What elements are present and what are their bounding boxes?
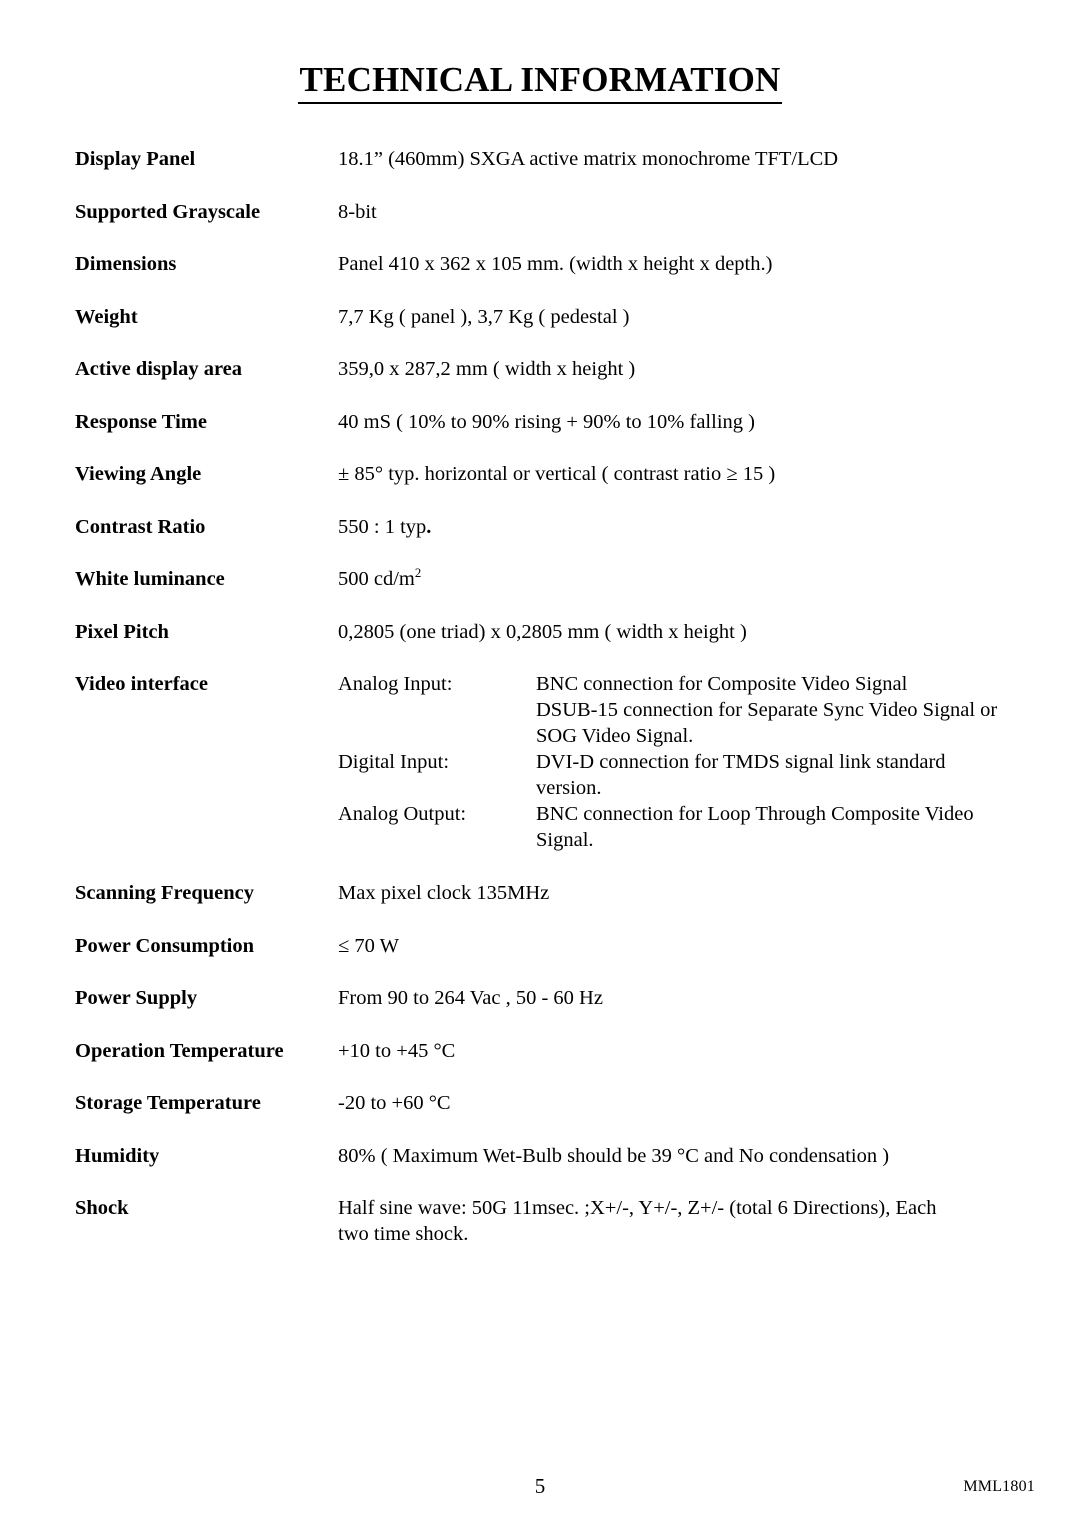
spec-value: +10 to +45 °C — [338, 1039, 456, 1062]
spec-row: Shock Half sine wave: 50G 11msec. ;X+/-, … — [75, 1195, 1035, 1274]
spec-value: 8-bit — [338, 200, 377, 223]
spec-value: ± 85° typ. horizontal or vertical ( cont… — [338, 463, 776, 485]
spec-row: Pixel Pitch 0,2805 (one triad) x 0,2805 m… — [75, 619, 1035, 672]
spec-value: 40 mS ( 10% to 90% rising + 90% to 10% f… — [338, 410, 755, 433]
document-code: MML1801 — [963, 1478, 1035, 1495]
video-interface-line: Signal. — [536, 829, 594, 851]
video-interface-group: Analog Input: BNC connection for Composit… — [75, 671, 1035, 747]
video-interface-line: SOG Video Signal. — [536, 725, 694, 747]
video-interface-line: BNC connection for Composite Video Signa… — [536, 673, 908, 695]
spec-row: Response Time 40 mS ( 10% to 90% rising +… — [75, 409, 1035, 462]
spec-row: Humidity 80% ( Maximum Wet-Bulb should be… — [75, 1143, 1035, 1196]
page-number: 5 — [534, 1474, 546, 1498]
spec-value-main: 500 cd/m — [338, 568, 415, 590]
spec-label: Pixel Pitch — [75, 620, 169, 643]
spec-label: Storage Temperature — [75, 1092, 261, 1114]
spec-row: Display Panel 18.1” (460mm) SXGA active m… — [75, 146, 1035, 199]
spec-row-video-interface: Video interface Analog Input: BNC connecti… — [75, 671, 1035, 880]
spec-row: Power Consumption ≤ 70 W — [75, 933, 1035, 986]
spec-row: Scanning Frequency Max pixel clock 135MHz — [75, 880, 1035, 933]
spec-label: Shock — [75, 1197, 129, 1219]
video-interface-subvalue: DVI-D connection for TMDS signal link st… — [536, 749, 1056, 801]
video-interface-sublabel: Analog Output: — [338, 803, 467, 825]
spec-value-superscript: 2 — [414, 566, 422, 581]
video-interface-group: Analog Output: BNC connection for Loop Th… — [75, 801, 1035, 851]
video-interface-sublabel: Digital Input: — [338, 751, 450, 773]
video-interface-line: DVI-D connection for TMDS signal link st… — [536, 751, 946, 773]
video-interface-line: DSUB-15 connection for Separate Sync Vid… — [536, 699, 998, 721]
spec-row: Dimensions Panel 410 x 362 x 105 mm. (wid… — [75, 251, 1035, 304]
spec-row: White luminance 500 cd/m2 — [75, 566, 1035, 619]
spec-row: Active display area 359,0 x 287,2 mm ( wi… — [75, 356, 1035, 409]
specifications-table: Display Panel 18.1” (460mm) SXGA active m… — [75, 146, 1035, 1274]
page-footer: 5 MML1801 — [0, 1472, 1080, 1502]
spec-label: Supported Grayscale — [75, 200, 261, 223]
spec-label: Humidity — [75, 1144, 160, 1167]
spec-row: Weight 7,7 Kg ( panel ), 3,7 Kg ( pedesta… — [75, 304, 1035, 357]
spec-label: Contrast Ratio — [75, 515, 206, 538]
spec-value: Panel 410 x 362 x 105 mm. (width x heigh… — [338, 253, 773, 275]
spec-value: 0,2805 (one triad) x 0,2805 mm ( width x… — [338, 620, 747, 643]
video-interface-subvalue: BNC connection for Loop Through Composit… — [536, 801, 1056, 853]
spec-value: 18.1” (460mm) SXGA active matrix monochr… — [338, 148, 839, 170]
spec-label: Response Time — [75, 410, 207, 433]
video-interface-sublabel: Analog Input: — [338, 673, 453, 695]
spec-row: Storage Temperature -20 to +60 °C — [75, 1090, 1035, 1143]
spec-label: Scanning Frequency — [75, 882, 255, 904]
spec-label: Display Panel — [75, 148, 196, 170]
video-interface-line: BNC connection for Loop Through Composit… — [536, 803, 974, 825]
spec-value-suffix: . — [426, 515, 432, 538]
spec-value: 500 cd/m2 — [338, 566, 1038, 592]
spec-value: -20 to +60 °C — [338, 1092, 451, 1114]
spec-label: Power Supply — [75, 987, 198, 1009]
spec-label: Active display area — [75, 358, 243, 380]
video-interface-line: version. — [536, 777, 602, 799]
spec-value: 550 : 1 typ. — [338, 514, 1038, 540]
spec-row: Operation Temperature +10 to +45 °C — [75, 1038, 1035, 1091]
spec-value: 359,0 x 287,2 mm ( width x height ) — [338, 358, 636, 380]
document-page: TECHNICAL INFORMATION Display Panel 18.1”… — [0, 0, 1080, 1528]
spec-value-line: Half sine wave: 50G 11msec. ;X+/-, Y+/-,… — [338, 1197, 937, 1219]
spec-row: Contrast Ratio 550 : 1 typ. — [75, 514, 1035, 567]
spec-value: 7,7 Kg ( panel ), 3,7 Kg ( pedestal ) — [338, 305, 630, 328]
spec-row: Supported Grayscale 8-bit — [75, 199, 1035, 252]
video-interface-group: Digital Input: DVI-D connection for TMDS … — [75, 749, 1035, 799]
spec-label: Viewing Angle — [75, 463, 202, 485]
spec-value-main: 550 : 1 typ — [338, 515, 427, 538]
spec-value: Max pixel clock 135MHz — [338, 882, 550, 904]
video-interface-subvalue: BNC connection for Composite Video Signa… — [536, 671, 1056, 749]
spec-value: 80% ( Maximum Wet-Bulb should be 39 °C a… — [338, 1144, 890, 1167]
spec-label: Power Consumption — [75, 934, 255, 957]
spec-label: Operation Temperature — [75, 1039, 284, 1062]
spec-value: Half sine wave: 50G 11msec. ;X+/-, Y+/-,… — [338, 1195, 1038, 1247]
spec-value: From 90 to 264 Vac , 50 - 60 Hz — [338, 987, 603, 1009]
page-title-text: TECHNICAL INFORMATION — [297, 61, 783, 104]
spec-label: Dimensions — [75, 253, 177, 275]
spec-value-line: two time shock. — [338, 1223, 469, 1245]
spec-label: Weight — [75, 305, 138, 328]
spec-label: White luminance — [75, 568, 225, 590]
spec-row: Viewing Angle ± 85° typ. horizontal or ve… — [75, 461, 1035, 514]
page-title: TECHNICAL INFORMATION — [0, 61, 1080, 104]
spec-row: Power Supply From 90 to 264 Vac , 50 - 60… — [75, 985, 1035, 1038]
spec-value: ≤ 70 W — [338, 934, 399, 957]
